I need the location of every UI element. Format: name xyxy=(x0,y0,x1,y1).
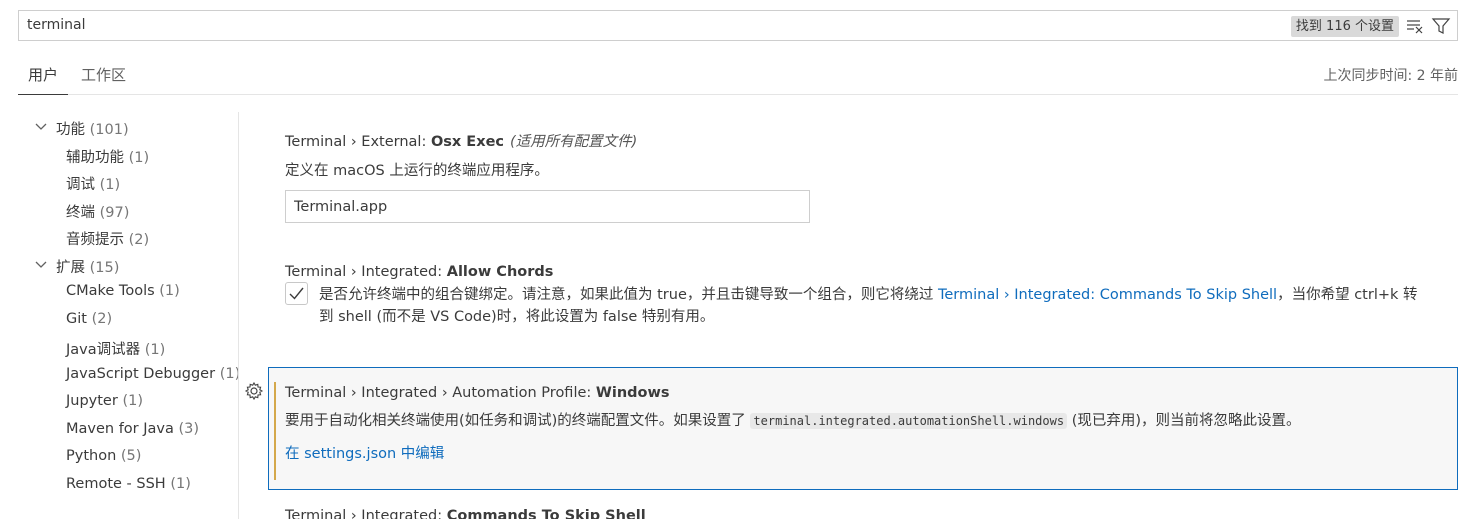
setting-description: 定义在 macOS 上运行的终端应用程序。 xyxy=(285,163,549,179)
osx-exec-input[interactable] xyxy=(285,190,810,223)
modified-indicator xyxy=(274,382,276,480)
toc-item-jupyter[interactable]: Jupyter (1) xyxy=(66,393,143,409)
sync-status: 上次同步时间: 2 年前 xyxy=(1323,68,1458,84)
toc-item-maven[interactable]: Maven for Java (3) xyxy=(66,421,199,437)
toc-group-extensions[interactable]: 扩展 (15) xyxy=(35,256,119,277)
setting-description: 要用于自动化相关终端使用(如任务和调试)的终端配置文件。如果设置了 termin… xyxy=(285,413,1301,429)
toc-item-accessibility[interactable]: 辅助功能 (1) xyxy=(66,146,149,167)
gear-icon[interactable] xyxy=(244,381,264,401)
toc-item-audio-cues[interactable]: 音频提示 (2) xyxy=(66,228,149,249)
tab-user[interactable]: 用户 xyxy=(17,64,69,95)
toc-item-cmake-tools[interactable]: CMake Tools (1) xyxy=(66,283,180,299)
toc-divider xyxy=(238,112,239,519)
chevron-down-icon xyxy=(35,123,47,130)
toc-item-debug[interactable]: 调试 (1) xyxy=(66,173,120,194)
chevron-down-icon xyxy=(35,261,47,268)
toc-item-java-debugger[interactable]: Java调试器 (1) xyxy=(66,338,165,359)
setting-code-ref: terminal.integrated.automationShell.wind… xyxy=(750,413,1068,429)
edit-in-settings-json-link[interactable]: 在 settings.json 中编辑 xyxy=(285,442,1301,463)
toc-item-python[interactable]: Python (5) xyxy=(66,448,141,464)
tab-workspace[interactable]: 工作区 xyxy=(81,64,126,85)
toc-item-javascript-debugger[interactable]: JavaScript Debugger (1) xyxy=(66,366,240,382)
setting-description: 是否允许终端中的组合键绑定。请注意，如果此值为 true，并且击键导致一个组合，… xyxy=(319,287,1418,325)
result-count-badge: 找到 116 个设置 xyxy=(1290,16,1399,37)
checkmark-icon xyxy=(289,287,304,300)
setting-title: Terminal › Integrated: Allow Chords xyxy=(285,264,554,280)
search-input[interactable] xyxy=(27,17,927,33)
setting-osx-exec: Terminal › External: Osx Exec (适用所有配置文件) … xyxy=(285,130,810,223)
settings-tabs: 用户 工作区 上次同步时间: 2 年前 xyxy=(17,56,1458,95)
setting-title: Terminal › Integrated › Automation Profi… xyxy=(285,385,670,401)
toc-item-git[interactable]: Git (2) xyxy=(66,311,112,327)
toc-item-terminal[interactable]: 终端 (97) xyxy=(66,201,129,222)
filter-icon[interactable] xyxy=(1431,17,1451,35)
setting-allow-chords: Terminal › Integrated: Allow Chords 是否允许… xyxy=(285,264,1435,344)
toc-item-remote-ssh[interactable]: Remote - SSH (1) xyxy=(66,476,191,492)
settings-search-box[interactable]: 找到 116 个设置 xyxy=(18,10,1458,41)
clear-filter-icon[interactable] xyxy=(1405,17,1425,35)
toc-group-features[interactable]: 功能 (101) xyxy=(35,118,129,139)
setting-automation-profile-windows: Terminal › Integrated › Automation Profi… xyxy=(268,367,1458,490)
commands-to-skip-shell-link[interactable]: Terminal › Integrated: Commands To Skip … xyxy=(938,287,1277,303)
setting-commands-to-skip-shell: Terminal › Integrated: Commands To Skip … xyxy=(285,508,646,519)
setting-title: Terminal › External: Osx Exec (适用所有配置文件) xyxy=(285,134,638,150)
setting-title: Terminal › Integrated: Commands To Skip … xyxy=(285,508,646,519)
allow-chords-checkbox[interactable] xyxy=(285,282,308,305)
